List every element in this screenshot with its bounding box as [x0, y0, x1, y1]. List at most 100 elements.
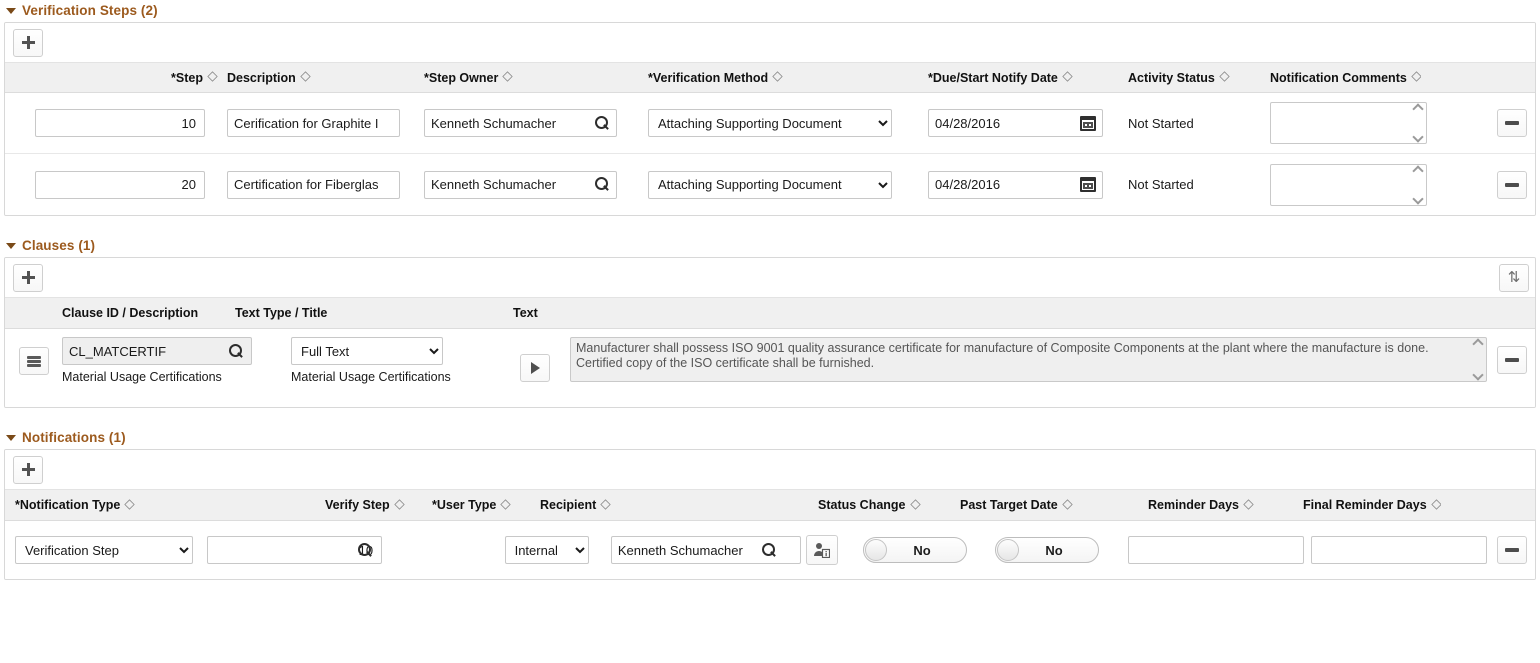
column-header-activity-status[interactable]: Activity Status — [1128, 71, 1270, 85]
expand-text-button[interactable] — [520, 354, 550, 382]
column-header-notification-type[interactable]: *Notification Type — [5, 498, 325, 512]
scroll-arrows[interactable] — [1409, 165, 1426, 205]
step-owner-input[interactable] — [424, 109, 617, 137]
clauses-title: Clauses (1) — [22, 238, 95, 253]
text-type-select[interactable]: Full Text — [291, 337, 443, 365]
search-icon[interactable] — [595, 116, 610, 131]
play-triangle-icon — [531, 362, 540, 374]
verification-method-select[interactable]: Attaching Supporting Document — [648, 171, 892, 199]
notification-comments-textarea[interactable] — [1271, 103, 1409, 143]
column-header-past-target-date[interactable]: Past Target Date — [960, 498, 1148, 512]
due-start-notify-date-input[interactable] — [928, 109, 1103, 137]
delete-row-button[interactable] — [1497, 171, 1527, 199]
chevron-up-icon[interactable] — [1472, 338, 1483, 349]
sort-icon[interactable] — [501, 499, 511, 509]
column-header-verify-step[interactable]: Verify Step — [325, 498, 432, 512]
sort-icon[interactable] — [910, 499, 920, 509]
chevron-down-icon[interactable] — [1412, 193, 1423, 204]
plus-icon — [22, 36, 35, 49]
status-change-toggle[interactable]: No — [863, 537, 967, 563]
calendar-icon[interactable] — [1080, 177, 1096, 192]
sort-icon[interactable] — [1411, 71, 1421, 81]
column-header-status-change[interactable]: Status Change — [818, 498, 960, 512]
notification-comments-field[interactable] — [1270, 164, 1427, 206]
delete-row-button[interactable] — [1497, 536, 1527, 564]
notifications-header[interactable]: Notifications (1) — [0, 427, 1540, 449]
scroll-arrows[interactable] — [1469, 338, 1486, 381]
search-icon[interactable] — [229, 344, 244, 359]
sort-icon[interactable] — [1062, 71, 1072, 81]
search-icon[interactable] — [762, 543, 777, 558]
clauses-header[interactable]: Clauses (1) — [0, 235, 1540, 257]
column-header-notification-comments[interactable]: Notification Comments — [1270, 71, 1421, 85]
delete-row-button[interactable] — [1497, 109, 1527, 137]
column-header-verification-method[interactable]: *Verification Method — [648, 71, 928, 85]
collapse-triangle-icon[interactable] — [6, 8, 16, 14]
sort-icon[interactable] — [394, 499, 404, 509]
clause-text-field[interactable]: Manufacturer shall possess ISO 9001 qual… — [570, 337, 1487, 382]
add-verification-step-button[interactable] — [13, 29, 43, 57]
user-type-select[interactable]: Internal — [505, 536, 589, 564]
sort-icon[interactable] — [503, 71, 513, 81]
column-header-user-type[interactable]: *User Type — [432, 498, 540, 512]
search-icon[interactable] — [358, 543, 373, 558]
calendar-icon[interactable] — [1080, 116, 1096, 131]
table-row: Material Usage Certifications Full Text … — [5, 329, 1535, 407]
step-input[interactable] — [35, 109, 205, 137]
add-notification-button[interactable] — [13, 456, 43, 484]
clause-text-textarea[interactable]: Manufacturer shall possess ISO 9001 qual… — [571, 338, 1469, 381]
verify-step-input[interactable] — [207, 536, 382, 564]
chevron-up-icon[interactable] — [1412, 103, 1423, 114]
clause-id-input[interactable] — [62, 337, 252, 365]
chevron-up-icon[interactable] — [1412, 165, 1423, 176]
toggle-knob — [997, 539, 1019, 561]
column-header-reminder-days[interactable]: Reminder Days — [1148, 498, 1303, 512]
notifications-grid: *Notification Type Verify Step *User Typ… — [4, 449, 1536, 580]
final-reminder-days-input[interactable] — [1311, 536, 1487, 564]
chevron-down-icon[interactable] — [1472, 369, 1483, 380]
notification-comments-field[interactable] — [1270, 102, 1427, 144]
verification-steps-header[interactable]: Verification Steps (2) — [0, 0, 1540, 22]
column-header-due-start-notify-date[interactable]: *Due/Start Notify Date — [928, 71, 1128, 85]
recipient-lookup-button[interactable] — [806, 535, 838, 565]
minus-icon — [1505, 548, 1519, 552]
row-menu-button[interactable] — [19, 347, 49, 375]
sort-icon[interactable] — [601, 499, 611, 509]
sort-icon[interactable] — [300, 71, 310, 81]
column-header-description[interactable]: Description — [227, 71, 424, 85]
sort-icon[interactable] — [772, 71, 782, 81]
sort-icon[interactable] — [1243, 499, 1253, 509]
sort-icon[interactable] — [207, 71, 217, 81]
verification-method-select[interactable]: Attaching Supporting Document — [648, 109, 892, 137]
notification-type-select[interactable]: Verification Step — [15, 536, 193, 564]
reorder-clauses-button[interactable]: ⇅ — [1499, 264, 1529, 292]
minus-icon — [1505, 183, 1519, 187]
past-target-date-toggle[interactable]: No — [995, 537, 1099, 563]
search-icon[interactable] — [595, 177, 610, 192]
sort-icon[interactable] — [1431, 499, 1441, 509]
verification-steps-grid: *Step Description *Step Owner *Verificat… — [4, 22, 1536, 216]
clauses-grid: ⇅ Clause ID / Description Text Type / Ti… — [4, 257, 1536, 408]
notification-comments-textarea[interactable] — [1271, 165, 1409, 205]
column-header-step[interactable]: *Step — [5, 71, 227, 85]
description-input[interactable] — [227, 109, 400, 137]
sort-icon[interactable] — [1219, 71, 1229, 81]
column-header-final-reminder-days[interactable]: Final Reminder Days — [1303, 498, 1441, 512]
delete-row-button[interactable] — [1497, 346, 1527, 374]
sort-updown-icon: ⇅ — [1508, 270, 1521, 285]
due-start-notify-date-input[interactable] — [928, 171, 1103, 199]
reminder-days-input[interactable] — [1128, 536, 1304, 564]
sort-icon[interactable] — [125, 499, 135, 509]
scroll-arrows[interactable] — [1409, 103, 1426, 143]
add-clause-button[interactable] — [13, 264, 43, 292]
collapse-triangle-icon[interactable] — [6, 435, 16, 441]
step-input[interactable] — [35, 171, 205, 199]
description-input[interactable] — [227, 171, 400, 199]
column-header-step-owner[interactable]: *Step Owner — [424, 71, 648, 85]
collapse-triangle-icon[interactable] — [6, 243, 16, 249]
column-header-recipient[interactable]: Recipient — [540, 498, 818, 512]
sort-icon[interactable] — [1062, 499, 1072, 509]
step-owner-input[interactable] — [424, 171, 617, 199]
chevron-down-icon[interactable] — [1412, 131, 1423, 142]
table-row: Verification Step Internal — [5, 521, 1535, 579]
